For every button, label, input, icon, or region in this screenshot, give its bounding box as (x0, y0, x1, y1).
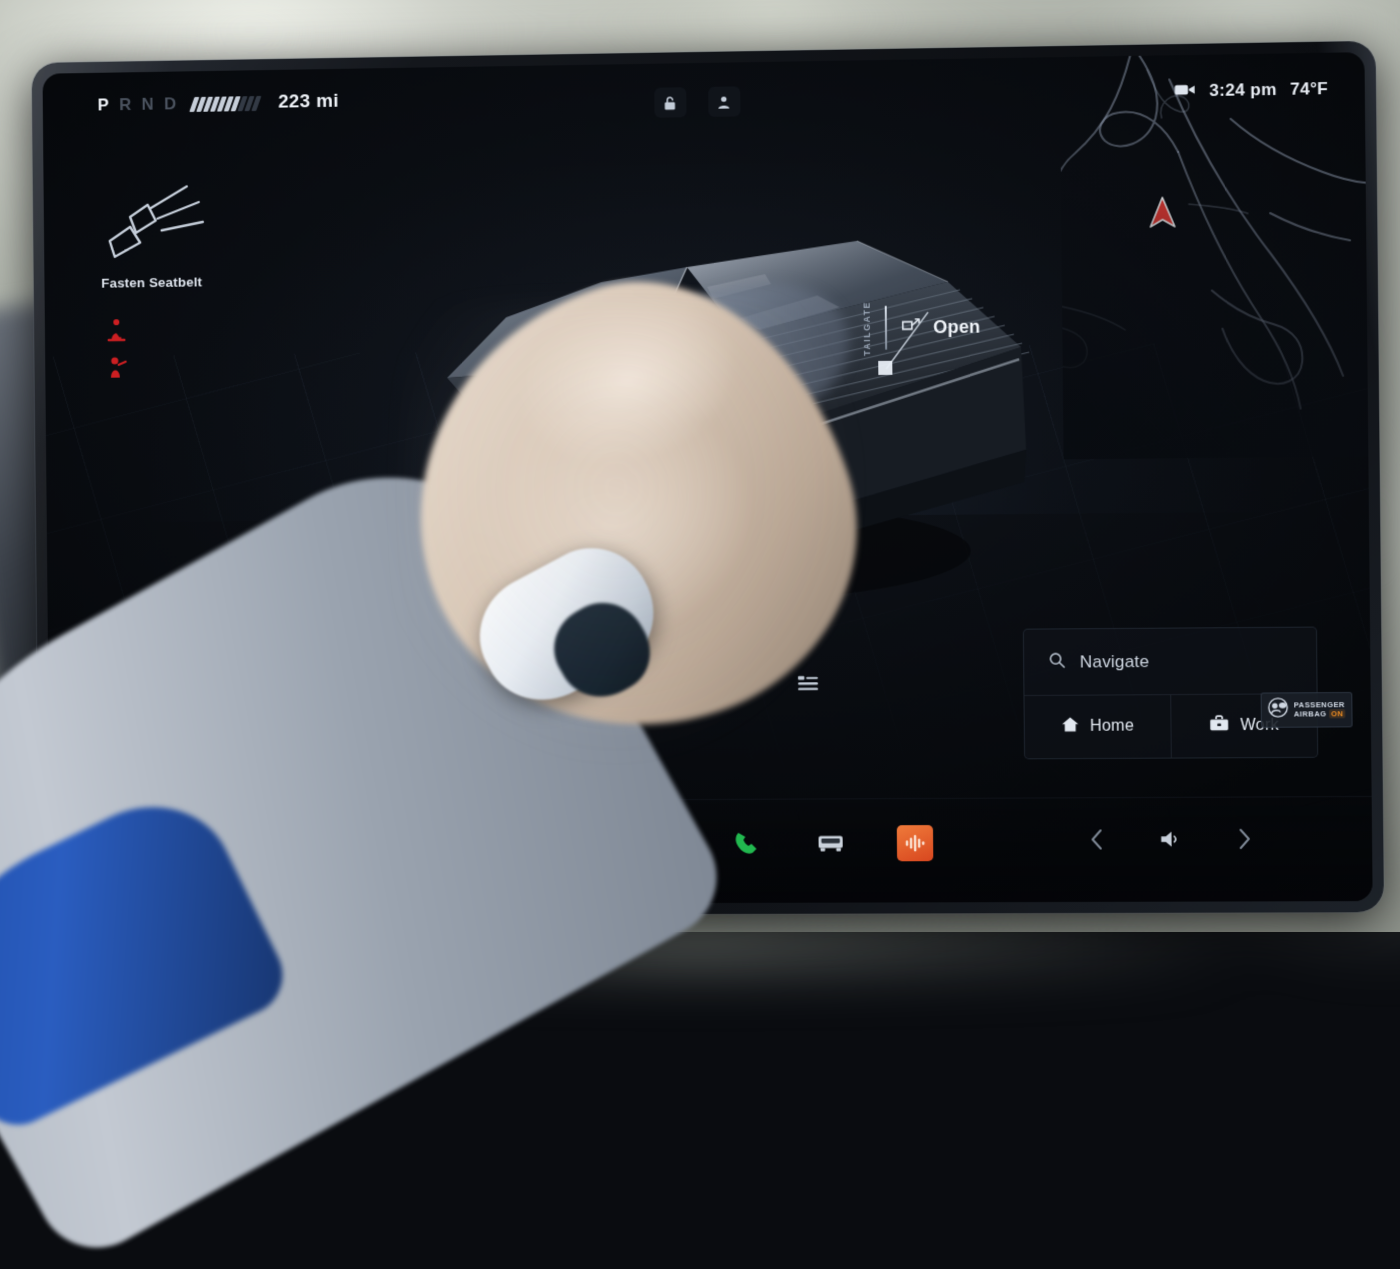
map-roads (1060, 52, 1369, 459)
volume-icon[interactable] (1158, 828, 1183, 855)
display-screen: P R N D 223 mi (42, 52, 1372, 905)
tailgate-section-label: TAILGATE (862, 301, 873, 356)
messages-icon[interactable] (560, 826, 596, 862)
warning-indicators (106, 318, 128, 380)
phone-icon[interactable] (728, 826, 764, 862)
temperature-value: 74°F (1290, 79, 1328, 100)
search-input[interactable]: Navigate (1024, 628, 1317, 696)
infotainment-display: P R N D 223 mi (32, 41, 1384, 916)
prnd-indicator: P R N D (98, 94, 178, 115)
next-track-icon[interactable] (1237, 828, 1251, 855)
seatbelt-icon (100, 182, 211, 261)
media-audio-icon[interactable] (896, 825, 933, 861)
list-view-icon[interactable] (797, 674, 819, 697)
seatbelt-alert: Fasten Seatbelt (100, 181, 288, 291)
lock-icon[interactable] (654, 87, 686, 117)
search-placeholder: Navigate (1080, 651, 1150, 672)
range-value: 223 mi (278, 91, 339, 114)
airbag-state: ON (1329, 709, 1345, 718)
tailgate-callout[interactable]: TAILGATE Open (862, 299, 981, 355)
taskbar-apps (477, 825, 933, 863)
clock-value: 3:24 pm (1209, 80, 1277, 101)
home-icon (1061, 716, 1079, 738)
gear-n: N (142, 95, 156, 115)
seatbelt-alert-label: Fasten Seatbelt (101, 273, 288, 290)
profile-icon[interactable] (708, 86, 740, 117)
tailgate-icon (900, 316, 920, 339)
callout-divider (885, 306, 887, 350)
background-card (298, 568, 597, 710)
gear-p: P (98, 95, 111, 115)
taskbar-media-controls (1089, 828, 1252, 856)
gear-and-range-cluster: P R N D 223 mi (98, 91, 339, 117)
taskbar (49, 796, 1372, 905)
tailgate-open-label: Open (933, 316, 980, 338)
battery-gauge (191, 96, 258, 112)
gear-d: D (164, 94, 178, 114)
status-right-cluster: 3:24 pm 74°F (1175, 79, 1328, 102)
shortcut-home[interactable]: Home (1024, 695, 1170, 758)
status-center-controls (654, 86, 740, 117)
bluetooth-icon[interactable] (477, 827, 513, 863)
status-badge: PASSENGER AIRBAG ON (1261, 692, 1353, 728)
vehicle-controls-icon[interactable] (83, 834, 117, 865)
passenger-seatbelt-warning-icon (106, 356, 128, 380)
shortcut-home-label: Home (1090, 717, 1134, 735)
briefcase-icon (1209, 715, 1230, 737)
airbag-line2: AIRBAG (1294, 709, 1327, 718)
cybertruck-3d-render[interactable] (388, 218, 1032, 625)
map-panel[interactable] (1060, 52, 1369, 459)
search-icon (1048, 651, 1065, 673)
airbag-icon (1268, 697, 1289, 722)
vehicle-icon[interactable] (812, 825, 848, 861)
more-apps-icon[interactable] (644, 826, 680, 862)
previous-track-icon[interactable] (1089, 828, 1103, 855)
dashcam-icon[interactable] (1175, 81, 1197, 101)
driver-seatbelt-warning-icon (106, 318, 128, 342)
airbag-badge-text: PASSENGER AIRBAG ON (1294, 701, 1346, 719)
gear-r: R (119, 95, 133, 115)
